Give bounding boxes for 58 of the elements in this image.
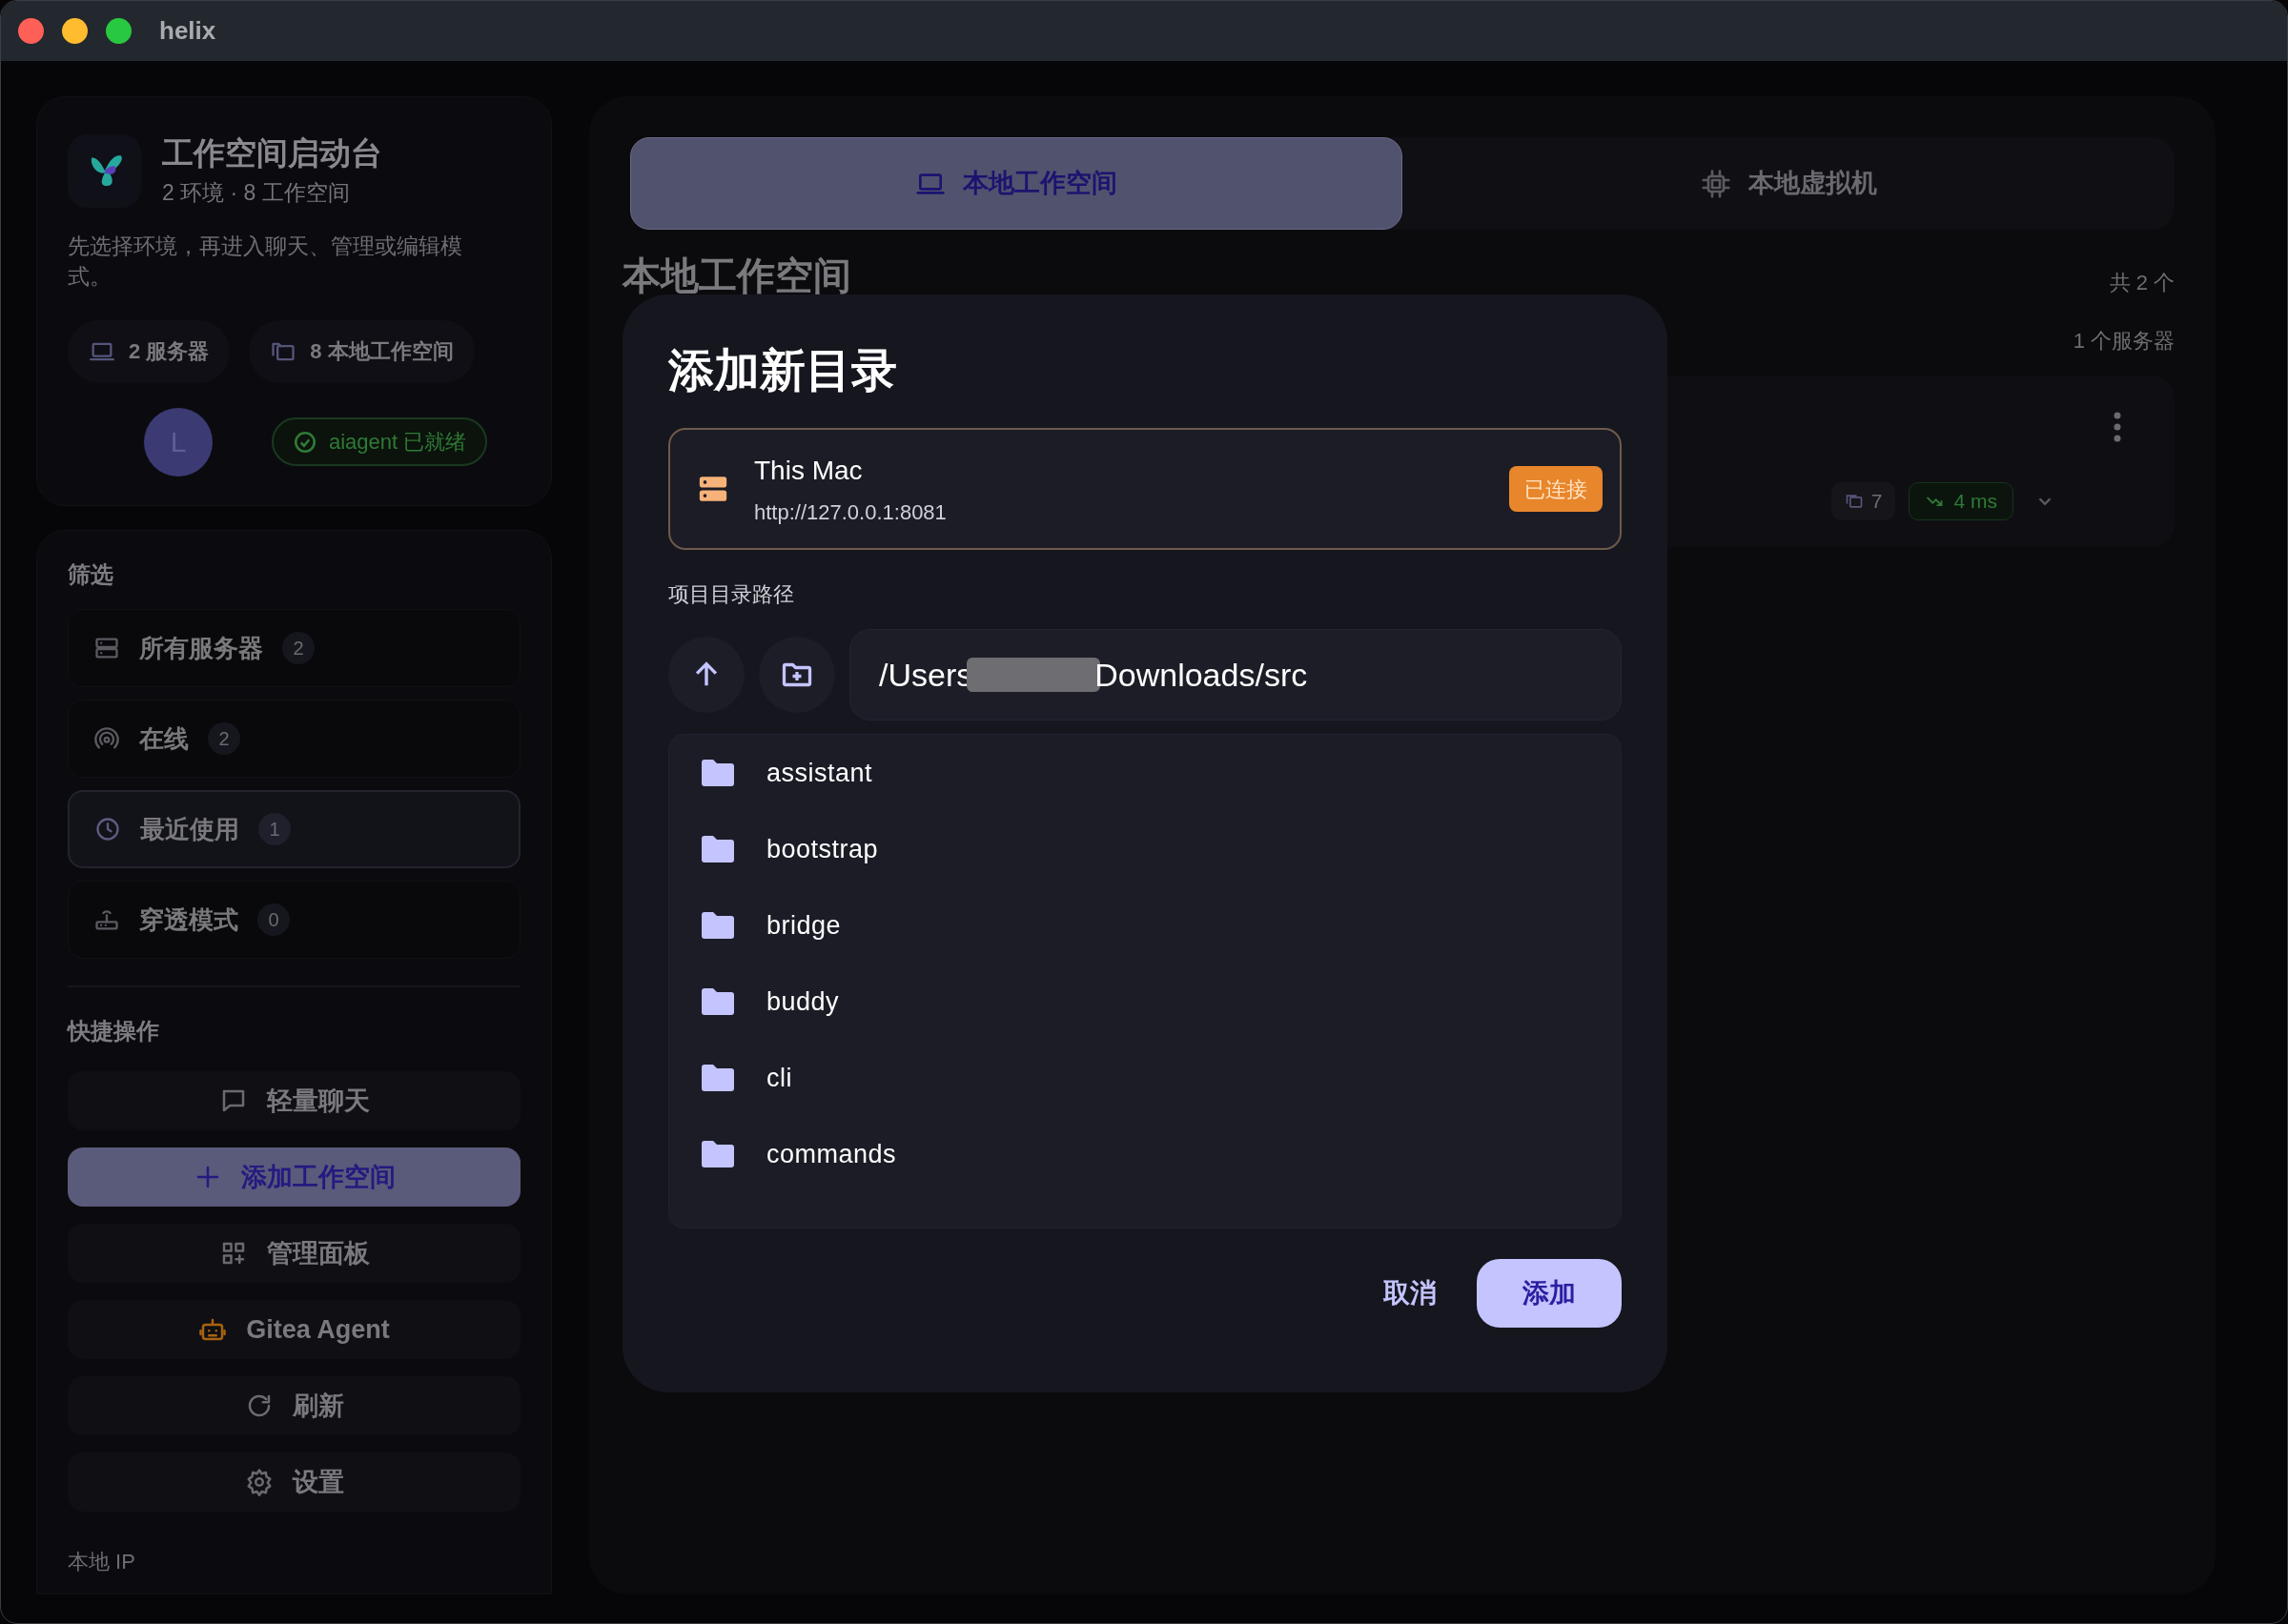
add-button[interactable]: 添加	[1477, 1259, 1622, 1328]
section-title: 筛选	[68, 560, 114, 589]
folder-item[interactable]: commands	[669, 1116, 1621, 1192]
folders-icon	[1844, 492, 1864, 511]
clock-icon	[94, 816, 121, 842]
latency-chip: 4 ms	[1909, 482, 2013, 520]
app-logo-icon	[68, 133, 141, 208]
count-badge: 2	[208, 722, 240, 755]
dialog-title: 添加新目录	[668, 344, 898, 397]
filter-item[interactable]: 所有服务器 2	[68, 609, 521, 687]
folder-icon	[702, 1141, 734, 1167]
folder-icon	[702, 760, 734, 786]
folder-icon	[702, 1065, 734, 1091]
count-badge: 0	[257, 903, 290, 936]
more-icon[interactable]	[2113, 412, 2122, 442]
server-url: http://127.0.0.1:8081	[754, 498, 947, 526]
action-button[interactable]: 设置	[68, 1452, 521, 1512]
section-title: 快捷操作	[68, 1017, 160, 1045]
zoom-button[interactable]	[106, 18, 132, 44]
check-circle-icon	[293, 429, 317, 455]
count-badge: 2	[282, 632, 315, 664]
folder-item[interactable]: assistant	[669, 735, 1621, 811]
action-button[interactable]: 管理面板	[68, 1224, 521, 1283]
folder-item[interactable]: buddy	[669, 964, 1621, 1040]
settings-icon	[244, 1468, 274, 1496]
status-chip: aiagent 已就绪	[272, 417, 488, 466]
cancel-button[interactable]: 取消	[1370, 1259, 1450, 1328]
window-title: helix	[159, 15, 216, 47]
total-count: 共 2 个	[2109, 270, 2175, 296]
action-button[interactable]: Gitea Agent	[68, 1300, 521, 1359]
workspace-count-chip: 7	[1830, 482, 1896, 520]
stat-chip: 8 本地工作空间	[249, 319, 475, 383]
count-badge: 1	[258, 813, 291, 845]
minimize-button[interactable]	[62, 18, 88, 44]
field-label: 项目目录路径	[668, 581, 795, 608]
filter-item[interactable]: 最近使用 1	[68, 790, 521, 868]
tab[interactable]: 本地虚拟机	[1402, 137, 2175, 230]
connection-status: 已连接	[1509, 466, 1603, 512]
close-button[interactable]	[18, 18, 44, 44]
folder-icon	[702, 836, 734, 863]
section-heading: 本地工作空间	[623, 254, 851, 298]
folder-item[interactable]: cli	[669, 1040, 1621, 1116]
folder-icon	[702, 988, 734, 1015]
sidebar-description: 先选择环境，再进入聊天、管理或编辑模式。	[68, 232, 463, 291]
local-ip-label: 本地 IP	[68, 1549, 136, 1575]
stat-chip: 2 服务器	[68, 319, 231, 383]
chip-icon	[1700, 168, 1731, 199]
action-button[interactable]: 刷新	[68, 1376, 521, 1435]
sidebar-subtitle: 2 环境 · 8 工作空间	[162, 179, 351, 207]
folder-item[interactable]: bridge	[669, 887, 1621, 964]
action-button[interactable]: 轻量聊天	[68, 1071, 521, 1130]
server-name: This Mac	[754, 454, 864, 487]
sidebar-title: 工作空间启动台	[162, 134, 382, 173]
filter-item[interactable]: 穿透模式 0	[68, 881, 521, 959]
filter-item[interactable]: 在线 2	[68, 700, 521, 778]
folder-icon	[702, 912, 734, 939]
server-count: 1 个服务器	[2073, 328, 2175, 355]
folder-item[interactable]: bootstrap	[669, 811, 1621, 887]
